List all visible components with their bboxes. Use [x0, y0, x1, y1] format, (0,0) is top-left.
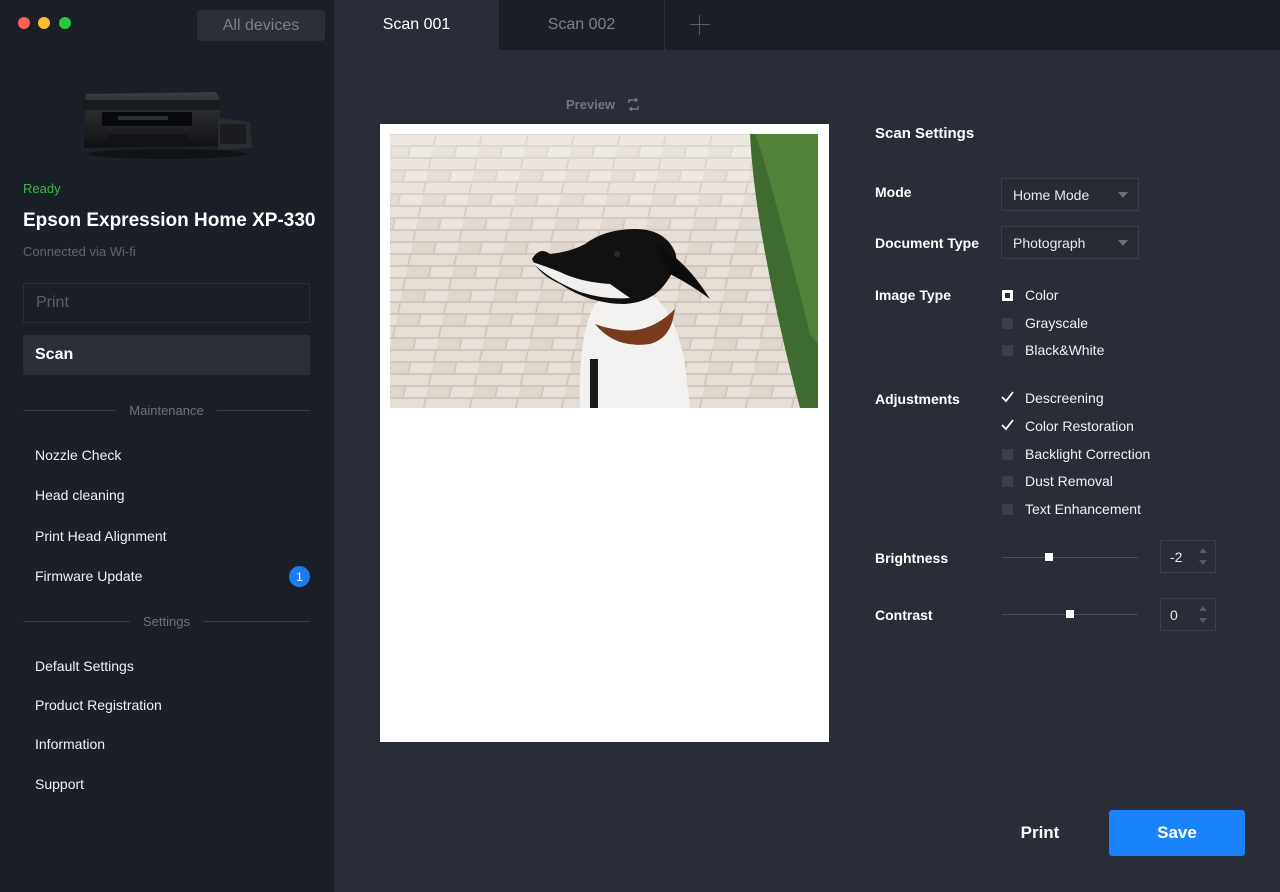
- decrement-arrow-icon[interactable]: [1199, 560, 1207, 565]
- sidebar: Ready Epson Expression Home XP-330 Conne…: [0, 50, 333, 892]
- radio-unselected-icon: [1002, 317, 1013, 329]
- option-label: Dust Removal: [1025, 473, 1113, 489]
- mode-label: Mode: [875, 184, 912, 200]
- printer-image: [82, 92, 252, 159]
- image-type-color-option[interactable]: Color: [1002, 287, 1058, 303]
- maintenance-divider: Maintenance: [23, 400, 311, 420]
- all-devices-button[interactable]: All devices: [197, 10, 325, 41]
- document-type-select[interactable]: Photograph: [1001, 226, 1139, 259]
- increment-arrow-icon[interactable]: [1199, 606, 1207, 611]
- dust-removal-checkbox[interactable]: Dust Removal: [1002, 473, 1113, 489]
- contrast-stepper[interactable]: 0: [1160, 598, 1216, 631]
- settings-divider: Settings: [23, 611, 311, 631]
- brightness-slider-thumb[interactable]: [1045, 553, 1053, 561]
- sidebar-item-information[interactable]: Information: [35, 736, 105, 752]
- contrast-slider[interactable]: [1002, 610, 1138, 618]
- add-tab-button[interactable]: [666, 0, 734, 50]
- image-type-grayscale-option[interactable]: Grayscale: [1002, 315, 1088, 331]
- option-label: Text Enhancement: [1025, 501, 1141, 517]
- radio-unselected-icon: [1002, 344, 1013, 356]
- checkbox-unchecked-icon: [1002, 448, 1013, 460]
- preview-header: Preview: [566, 97, 640, 112]
- checkmark-icon: [1001, 418, 1014, 432]
- checkmark-icon: [1001, 390, 1014, 404]
- scan-preview-page: [380, 124, 829, 742]
- save-button[interactable]: Save: [1109, 810, 1245, 856]
- brightness-stepper[interactable]: -2: [1160, 540, 1216, 573]
- preview-label: Preview: [566, 97, 616, 112]
- title-bar: All devices Scan 001 Scan 002: [0, 0, 1280, 50]
- chevron-down-icon: [1118, 192, 1128, 198]
- chevron-down-icon: [1118, 240, 1128, 246]
- option-label: Descreening: [1025, 390, 1104, 406]
- color-restoration-checkbox[interactable]: Color Restoration: [1001, 418, 1134, 434]
- brightness-slider[interactable]: [1002, 553, 1138, 561]
- zoom-window-button[interactable]: [59, 17, 71, 29]
- sidebar-item-support[interactable]: Support: [35, 776, 84, 792]
- backlight-correction-checkbox[interactable]: Backlight Correction: [1002, 446, 1150, 462]
- adjustments-label: Adjustments: [875, 391, 960, 407]
- tab-scan-002[interactable]: Scan 002: [499, 0, 665, 50]
- contrast-value: 0: [1170, 606, 1178, 623]
- option-label: Backlight Correction: [1025, 446, 1151, 462]
- refresh-icon[interactable]: [627, 98, 640, 111]
- mode-select[interactable]: Home Mode: [1001, 178, 1139, 211]
- descreening-checkbox[interactable]: Descreening: [1001, 390, 1104, 406]
- checkbox-unchecked-icon: [1002, 503, 1013, 515]
- print-mode-button[interactable]: Print: [23, 283, 310, 323]
- scan-mode-button[interactable]: Scan: [23, 335, 310, 375]
- device-status: Ready: [23, 181, 61, 196]
- option-label: Color Restoration: [1025, 418, 1134, 434]
- text-enhancement-checkbox[interactable]: Text Enhancement: [1002, 501, 1141, 517]
- option-label: Grayscale: [1025, 315, 1089, 331]
- scanned-photo: [390, 134, 818, 408]
- minimize-window-button[interactable]: [38, 17, 50, 29]
- image-type-label: Image Type: [875, 287, 951, 303]
- image-type-bw-option[interactable]: Black&White: [1002, 342, 1104, 358]
- sidebar-item-print-head-alignment[interactable]: Print Head Alignment: [35, 528, 167, 544]
- checkbox-unchecked-icon: [1002, 475, 1013, 487]
- connection-status: Connected via Wi-fi: [23, 244, 136, 259]
- sidebar-item-default-settings[interactable]: Default Settings: [35, 658, 134, 674]
- brightness-label: Brightness: [875, 550, 949, 566]
- scan-settings-title: Scan Settings: [875, 125, 975, 142]
- sidebar-item-head-cleaning[interactable]: Head cleaning: [35, 487, 125, 503]
- option-label: Black&White: [1025, 342, 1105, 358]
- maintenance-heading: Maintenance: [129, 402, 204, 418]
- plus-icon: [690, 15, 710, 35]
- sidebar-item-product-registration[interactable]: Product Registration: [35, 697, 162, 713]
- radio-selected-icon: [1002, 289, 1013, 301]
- sidebar-item-nozzle-check[interactable]: Nozzle Check: [35, 447, 121, 463]
- device-name: Epson Expression Home XP-330: [23, 210, 316, 231]
- tab-scan-001[interactable]: Scan 001: [334, 0, 499, 50]
- contrast-slider-thumb[interactable]: [1066, 610, 1074, 618]
- option-label: Color: [1025, 287, 1059, 303]
- document-type-value: Photograph: [1013, 234, 1086, 251]
- brightness-value: -2: [1170, 548, 1183, 565]
- increment-arrow-icon[interactable]: [1199, 548, 1207, 553]
- main-panel: Preview Scan Settings Mode Home Mode Doc…: [334, 50, 1280, 892]
- print-button[interactable]: Print: [996, 810, 1084, 856]
- document-type-label: Document Type: [875, 235, 979, 251]
- close-window-button[interactable]: [18, 17, 30, 29]
- contrast-label: Contrast: [875, 607, 933, 623]
- settings-heading: Settings: [143, 613, 190, 629]
- decrement-arrow-icon[interactable]: [1199, 618, 1207, 623]
- firmware-update-badge: 1: [289, 566, 310, 587]
- sidebar-item-firmware-update[interactable]: Firmware Update: [35, 568, 142, 584]
- mode-value: Home Mode: [1013, 186, 1090, 203]
